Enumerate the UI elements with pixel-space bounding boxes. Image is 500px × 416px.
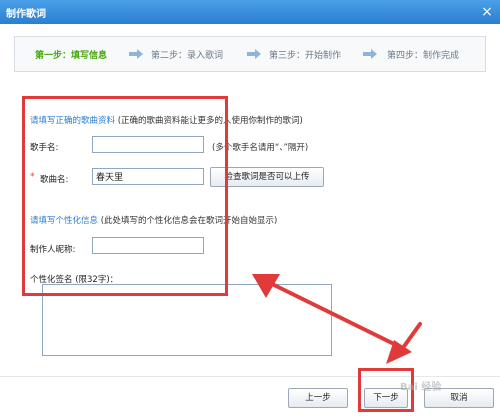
- window-titlebar: 制作歌词 ×: [0, 0, 500, 24]
- step-3-start-making: 第三步：开始制作: [269, 51, 342, 61]
- step-arrow-icon: [363, 49, 377, 59]
- watermark: Bai 经验: [400, 382, 442, 393]
- step-1-fill-info: 第一步：填写信息: [35, 51, 108, 61]
- close-button[interactable]: ×: [478, 3, 496, 21]
- footer-divider: [0, 376, 500, 377]
- window-title: 制作歌词: [6, 9, 46, 20]
- step-arrow-icon: [129, 49, 143, 59]
- step-indicator: 第一步：填写信息 第二步：录入歌词 第三步：开始制作 第四步：制作完成: [14, 36, 486, 72]
- prev-button[interactable]: 上一步: [288, 388, 348, 408]
- step-4-done: 第四步：制作完成: [387, 51, 460, 61]
- step-arrow-icon: [247, 49, 261, 59]
- annotation-highlight-box: [22, 96, 228, 296]
- annotation-arrow-down-icon: [386, 322, 422, 364]
- step-2-enter-lyrics: 第二步：录入歌词: [151, 51, 224, 61]
